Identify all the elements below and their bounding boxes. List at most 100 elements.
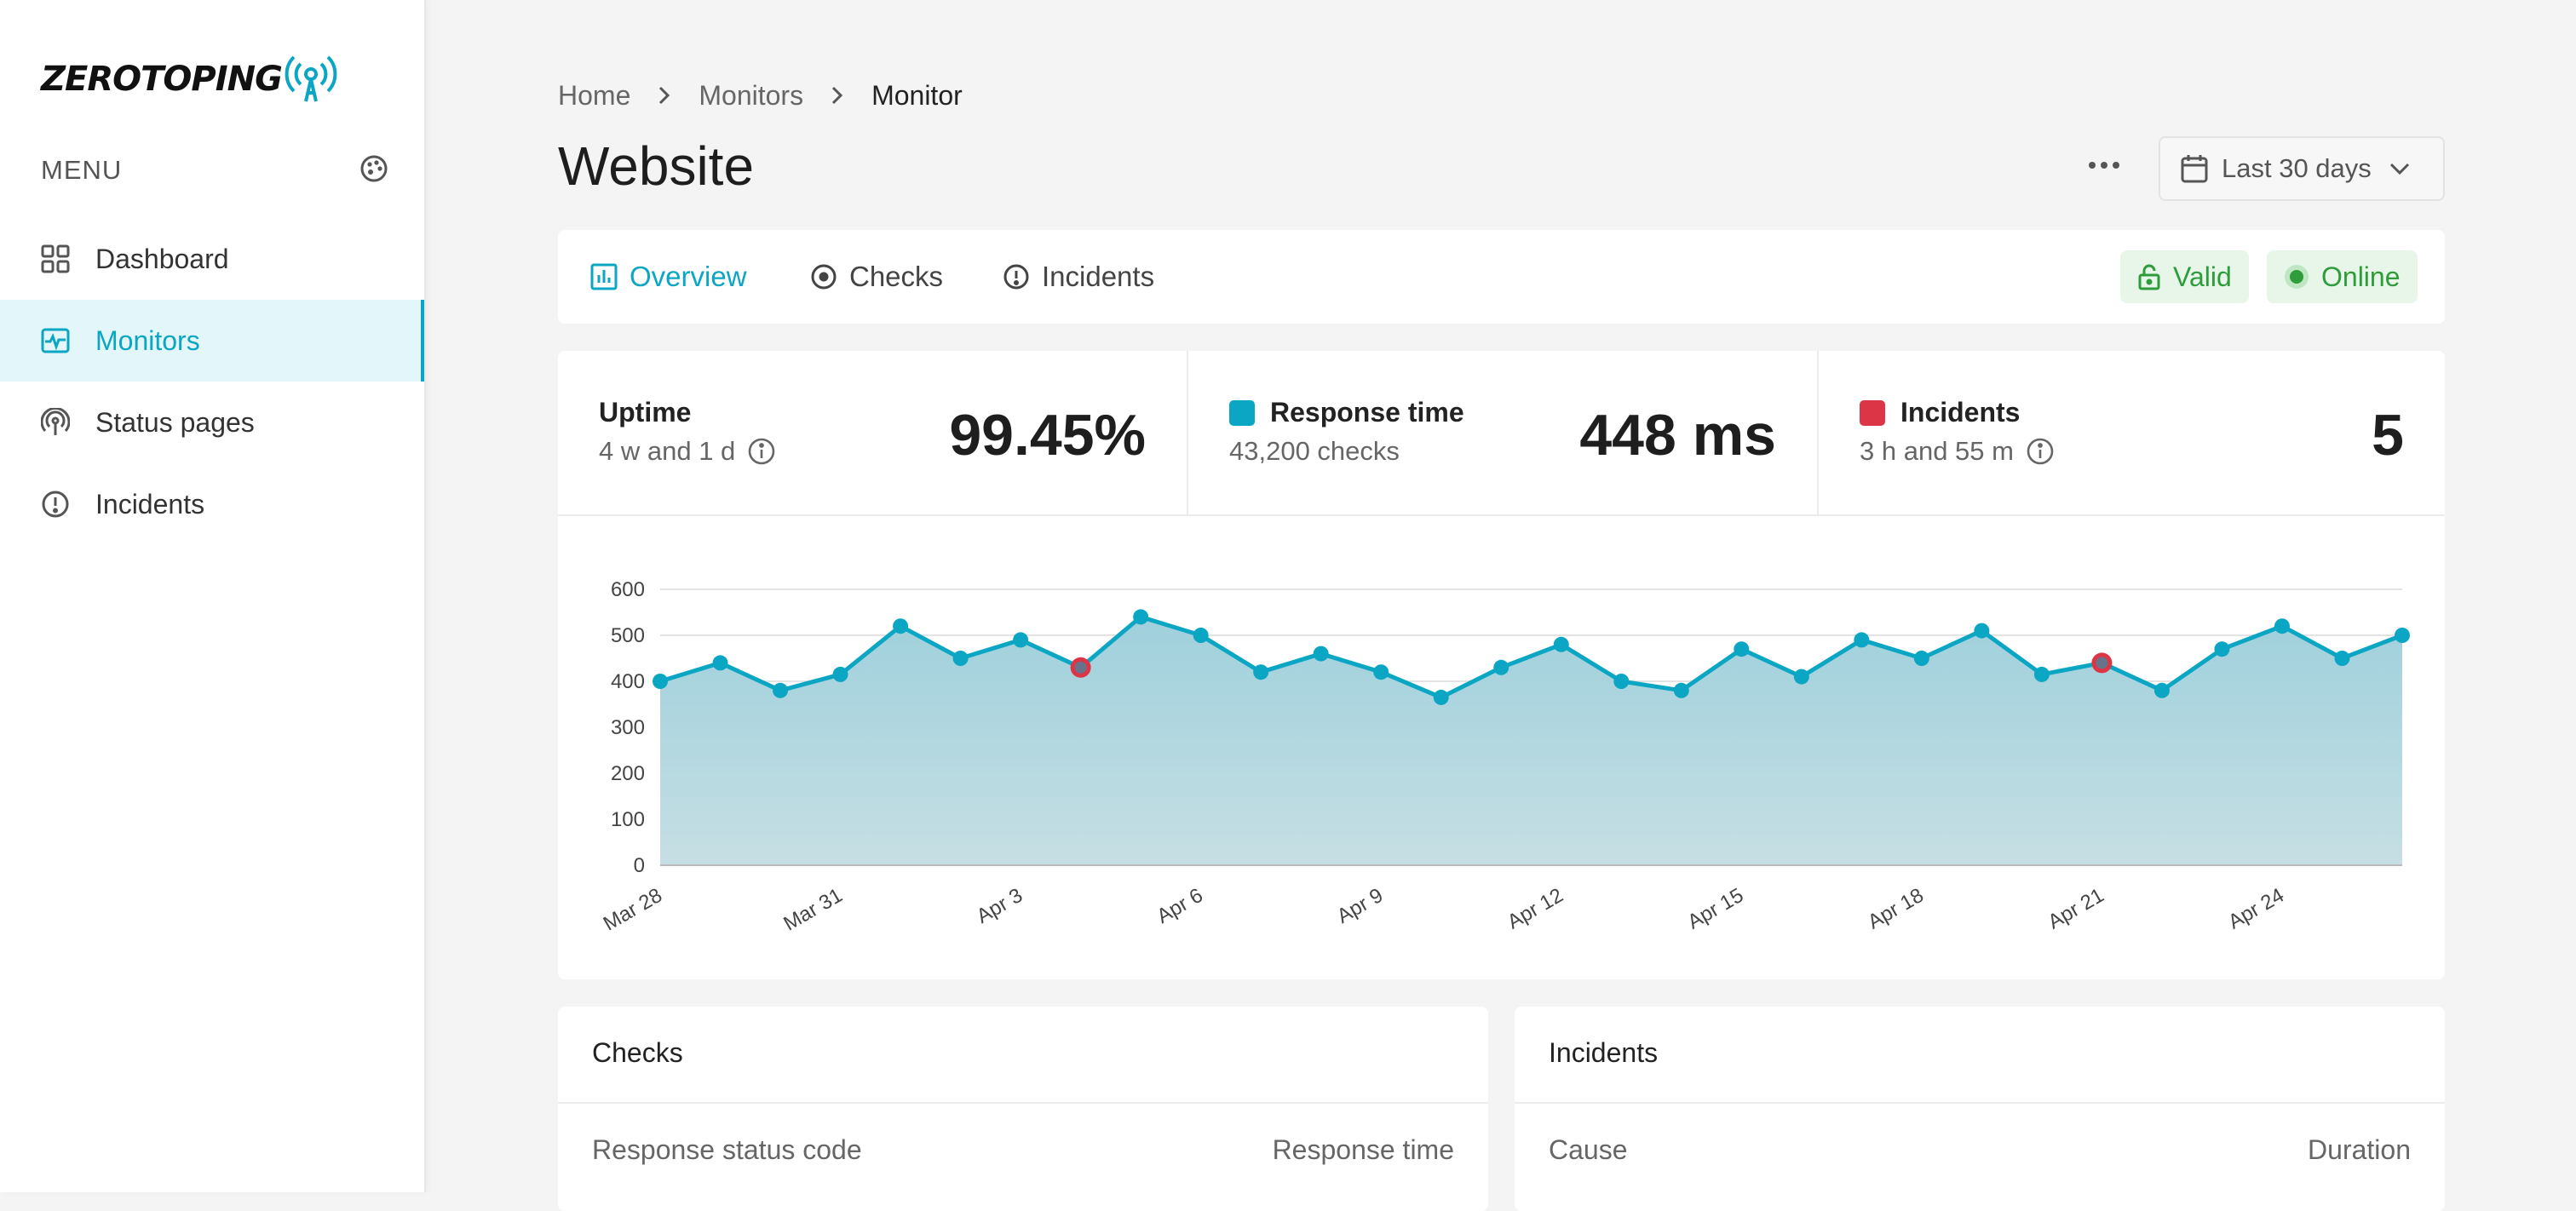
data-point bbox=[1433, 689, 1449, 705]
incidents-value: 5 bbox=[2372, 403, 2404, 468]
column-header-duration: Duration bbox=[2308, 1134, 2411, 1165]
incidents-legend-swatch bbox=[1860, 399, 1885, 426]
sidebar-item-incidents[interactable]: Incidents bbox=[0, 463, 424, 545]
x-tick-label: Mar 31 bbox=[779, 884, 846, 936]
status-dot-icon bbox=[2284, 264, 2309, 290]
data-point bbox=[773, 682, 789, 698]
data-point bbox=[1974, 623, 1990, 639]
x-tick-label: Mar 28 bbox=[600, 884, 666, 936]
x-tick-label: Apr 15 bbox=[1684, 884, 1748, 934]
incidents-card: Incidents Cause Duration bbox=[1515, 1007, 2445, 1211]
data-point bbox=[2334, 651, 2350, 666]
x-tick-label: Apr 21 bbox=[2044, 884, 2108, 934]
data-point bbox=[2395, 628, 2410, 643]
bar-chart-icon bbox=[590, 263, 618, 290]
menu-label: MENU bbox=[41, 155, 123, 185]
tab-label: Incidents bbox=[1042, 261, 1155, 292]
chart-svg: 0 100 200 300 400 500 600 Mar 28 Mar 31 Apr 3 Apr … bbox=[600, 578, 2410, 936]
stats-card: Uptime 4 w and 1 d 99.45% Response time … bbox=[558, 351, 2445, 979]
y-tick-label: 400 bbox=[611, 670, 645, 693]
data-point bbox=[1734, 641, 1750, 657]
info-icon[interactable] bbox=[2026, 437, 2055, 466]
page-title: Website bbox=[558, 135, 755, 197]
incidents-title-label: Incidents bbox=[1900, 397, 2021, 428]
date-range-dropdown[interactable]: Last 30 days bbox=[2159, 136, 2445, 201]
calendar-icon bbox=[2181, 154, 2208, 183]
sidebar-item-status-pages[interactable]: Status pages bbox=[0, 382, 424, 463]
uptime-title: Uptime bbox=[599, 397, 691, 428]
breadcrumb: Home Monitors Monitor bbox=[558, 77, 963, 114]
sidebar-item-dashboard[interactable]: Dashboard bbox=[0, 218, 424, 300]
data-point bbox=[1613, 674, 1630, 689]
monitor-status: Online bbox=[2321, 261, 2401, 292]
data-point bbox=[2153, 682, 2170, 698]
data-point bbox=[1013, 632, 1029, 648]
logo[interactable]: ZEROTOPING bbox=[41, 49, 338, 109]
divider bbox=[1515, 1102, 2445, 1104]
x-tick-label: Apr 3 bbox=[973, 884, 1026, 928]
chevron-right-icon bbox=[656, 83, 673, 107]
tab-incidents[interactable]: Incidents bbox=[1003, 230, 1154, 324]
y-tick-label: 0 bbox=[634, 854, 645, 877]
breadcrumb-current: Monitor bbox=[871, 79, 963, 111]
response-title-label: Response time bbox=[1270, 397, 1464, 428]
x-tick-label: Apr 9 bbox=[1333, 884, 1387, 928]
incidents-sub: 3 h and 55 m bbox=[1860, 436, 2055, 467]
data-point bbox=[832, 666, 848, 682]
data-point bbox=[653, 674, 668, 689]
y-tick-label: 600 bbox=[611, 578, 645, 601]
tab-checks[interactable]: Checks bbox=[810, 230, 943, 324]
x-tick-label: Apr 24 bbox=[2224, 884, 2288, 934]
breadcrumb-home[interactable]: Home bbox=[558, 80, 630, 112]
breadcrumb-monitors[interactable]: Monitors bbox=[699, 80, 803, 112]
monitor-pulse-icon bbox=[41, 326, 70, 355]
grid-icon bbox=[41, 244, 70, 273]
y-tick-label: 300 bbox=[611, 716, 645, 739]
checks-count: 43,200 checks bbox=[1229, 436, 1400, 466]
alert-circle-icon bbox=[41, 490, 70, 519]
uptime-value: 99.45% bbox=[949, 403, 1146, 468]
tab-label: Checks bbox=[849, 261, 944, 292]
response-time-sub: 43,200 checks bbox=[1229, 436, 1400, 467]
data-point bbox=[1253, 664, 1269, 680]
data-point bbox=[2214, 641, 2230, 657]
sidebar-item-label: Dashboard bbox=[95, 243, 229, 274]
response-time-stat: Response time 43,200 checks 448 ms bbox=[1187, 351, 1817, 514]
chevron-right-icon bbox=[829, 83, 846, 107]
logo-text: ZEROTOPING bbox=[41, 60, 283, 99]
column-header-status-code: Response status code bbox=[592, 1134, 862, 1165]
uptime-sub: 4 w and 1 d bbox=[599, 436, 776, 467]
sidebar-item-monitors[interactable]: Monitors bbox=[0, 300, 424, 382]
sidebar-item-label: Incidents bbox=[95, 488, 205, 519]
palette-icon[interactable] bbox=[359, 154, 388, 187]
column-header-response-time: Response time bbox=[1272, 1134, 1454, 1165]
menu-header: MENU bbox=[41, 152, 388, 189]
tab-label: Overview bbox=[630, 261, 747, 292]
incidents-duration: 3 h and 55 m bbox=[1860, 436, 2014, 466]
data-point bbox=[1193, 628, 1209, 643]
data-point bbox=[1133, 609, 1149, 625]
more-options-button[interactable] bbox=[2079, 150, 2130, 184]
incidents-stat: Incidents 3 h and 55 m 5 bbox=[1817, 351, 2445, 514]
data-point bbox=[1313, 646, 1329, 662]
response-time-title: Response time bbox=[1229, 397, 1464, 428]
uptime-title-label: Uptime bbox=[599, 397, 692, 428]
x-tick-label: Apr 18 bbox=[1864, 884, 1928, 934]
online-status-badge: Online bbox=[2267, 250, 2418, 303]
tab-overview[interactable]: Overview bbox=[590, 230, 747, 324]
sidebar-item-label: Status pages bbox=[95, 406, 255, 438]
y-tick-label: 100 bbox=[611, 808, 645, 831]
data-point bbox=[1074, 661, 1087, 674]
data-point bbox=[1493, 659, 1509, 675]
data-point bbox=[1913, 651, 1929, 666]
checks-card-title: Checks bbox=[592, 1037, 683, 1068]
alert-circle-icon bbox=[1003, 263, 1030, 290]
data-point bbox=[2274, 618, 2290, 634]
divider bbox=[558, 1102, 1488, 1104]
y-tick-label: 200 bbox=[611, 762, 645, 785]
column-header-cause: Cause bbox=[1549, 1134, 1628, 1165]
ssl-status: Valid bbox=[2173, 261, 2232, 292]
incidents-title: Incidents bbox=[1860, 397, 2020, 428]
date-range-label: Last 30 days bbox=[2222, 153, 2372, 183]
info-icon[interactable] bbox=[747, 437, 776, 466]
